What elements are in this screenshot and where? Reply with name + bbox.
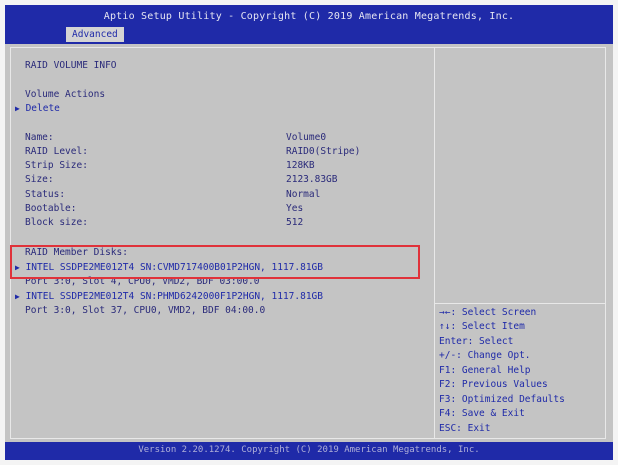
help-divider	[435, 303, 606, 304]
field-label: Bootable:	[25, 203, 77, 214]
field-value: 512	[286, 217, 304, 228]
bios-screen: Aptio Setup Utility - Copyright (C) 2019…	[5, 5, 613, 460]
disk-name: INTEL SSDPE2ME012T4 SN:PHMD6242000F1P2HG…	[25, 291, 323, 302]
field-value: Normal	[286, 189, 321, 200]
arrow-right-icon: ▶	[15, 104, 20, 113]
main-frame: RAID VOLUME INFO Volume Actions ▶ Delete…	[10, 47, 606, 439]
delete-label: Delete	[25, 103, 60, 114]
help-enter: Enter: Select	[439, 336, 514, 347]
arrow-right-icon: ▶	[15, 292, 20, 301]
help-esc-exit: ESC: Exit	[439, 423, 491, 434]
disk-port: Port 3:0, Slot 37, CPU0, VMD2, BDF 04:00…	[25, 305, 266, 316]
help-save-exit: F4: Save & Exit	[439, 408, 525, 419]
app-title: Aptio Setup Utility - Copyright (C) 2019…	[103, 11, 515, 22]
field-label: Block size:	[25, 217, 88, 228]
field-label: Status:	[25, 189, 66, 200]
field-value: 128KB	[286, 160, 315, 171]
help-previous-values: F2: Previous Values	[439, 379, 548, 390]
help-change-opt: +/-: Change Opt.	[439, 350, 531, 361]
highlight-box	[10, 245, 420, 279]
help-general: F1: General Help	[439, 365, 531, 376]
field-label: Name:	[25, 132, 54, 143]
version-text: Version 2.20.1274. Copyright (C) 2019 Am…	[138, 445, 480, 455]
section-title: RAID VOLUME INFO	[25, 60, 117, 71]
status-bar: Version 2.20.1274. Copyright (C) 2019 Am…	[5, 442, 613, 460]
field-label: Size:	[25, 174, 54, 185]
field-value: RAID0(Stripe)	[286, 146, 361, 157]
actions-title: Volume Actions	[25, 89, 106, 100]
field-value: Volume0	[286, 132, 327, 143]
panel-divider	[434, 48, 435, 438]
field-label: Strip Size:	[25, 160, 88, 171]
help-select-item: ↑↓: Select Item	[439, 321, 525, 332]
tab-advanced[interactable]: Advanced	[66, 27, 124, 42]
field-value: 2123.83GB	[286, 174, 338, 185]
help-select-screen: →←: Select Screen	[439, 307, 537, 318]
disk-item-2[interactable]: ▶ INTEL SSDPE2ME012T4 SN:PHMD6242000F1P2…	[15, 291, 323, 302]
field-value: Yes	[286, 203, 304, 214]
field-label: RAID Level:	[25, 146, 88, 157]
delete-item[interactable]: ▶ Delete	[15, 103, 60, 114]
title-bar: Aptio Setup Utility - Copyright (C) 2019…	[5, 5, 613, 44]
help-optimized-defaults: F3: Optimized Defaults	[439, 394, 565, 405]
